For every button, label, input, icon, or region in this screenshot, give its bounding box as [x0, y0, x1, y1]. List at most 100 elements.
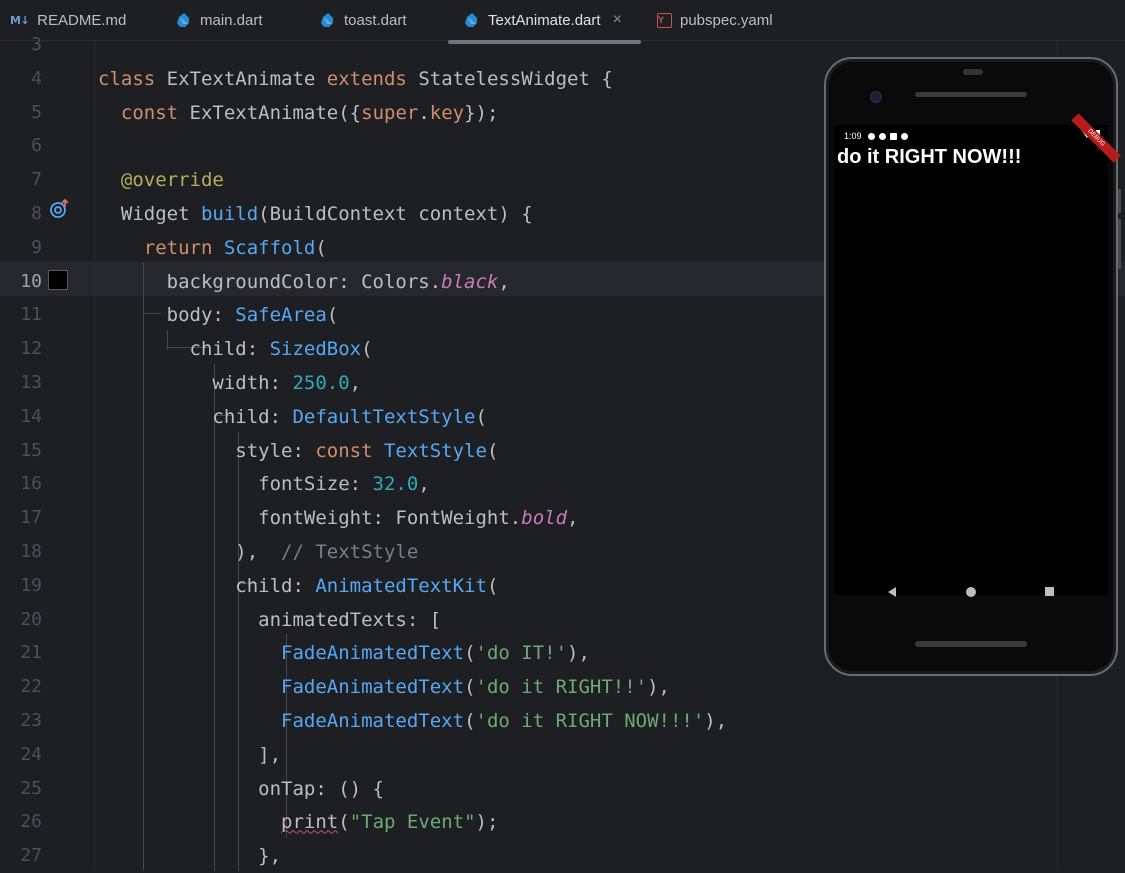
- line-number: 7: [31, 169, 42, 191]
- code-line[interactable]: 26 print("Tap Event");: [0, 805, 1125, 839]
- line-number: 8: [31, 203, 42, 224]
- code-token: });: [464, 101, 499, 124]
- code-token: },: [98, 845, 282, 868]
- volume-button[interactable]: [1118, 219, 1121, 269]
- code-text: child: SizedBox(: [98, 332, 373, 366]
- code-token: const: [120, 101, 190, 124]
- code-token: width:: [98, 372, 293, 394]
- code-token: backgroundColor: Colors.: [98, 270, 442, 293]
- code-token: extends: [326, 67, 419, 90]
- code-text: Widget build(BuildContext context) {: [98, 197, 533, 231]
- code-token: (: [475, 405, 487, 428]
- code-token: (: [464, 710, 476, 732]
- code-line[interactable]: 25 onTap: () {: [0, 772, 1125, 806]
- line-number: 10: [20, 270, 42, 292]
- code-token: 'do it RIGHT!!': [475, 676, 648, 699]
- line-number: 15: [20, 439, 42, 461]
- line-number: 22: [20, 676, 42, 698]
- code-text: child: DefaultTextStyle(: [98, 400, 487, 434]
- code-text: animatedTexts: [: [98, 603, 441, 637]
- power-button[interactable]: [1118, 189, 1121, 213]
- code-token: ,: [567, 507, 579, 530]
- line-number: 16: [20, 473, 42, 495]
- line-number: 27: [20, 845, 42, 867]
- line-number: 11: [20, 304, 42, 326]
- code-token: (: [315, 236, 327, 259]
- phone-sensor: [963, 69, 983, 75]
- code-text: backgroundColor: Colors.black,: [98, 265, 510, 299]
- code-token: DefaultTextStyle: [292, 405, 476, 428]
- markdown-icon: M↓: [10, 13, 30, 27]
- code-token: child:: [98, 574, 316, 597]
- code-text: fontSize: 32.0,: [98, 467, 430, 501]
- yaml-icon: Y: [657, 12, 672, 28]
- tab-label: README.md: [37, 11, 127, 29]
- phone-earpiece: [915, 92, 1027, 97]
- line-number: 17: [20, 507, 42, 529]
- dart-icon: [464, 12, 480, 28]
- close-icon[interactable]: ×: [613, 11, 622, 29]
- line-number: 23: [20, 710, 42, 731]
- code-text: FadeAnimatedText('do it RIGHT!!'),: [98, 670, 670, 704]
- code-token: FadeAnimatedText: [281, 710, 465, 732]
- code-token: onTap: () {: [98, 777, 384, 800]
- code-token: (: [486, 574, 499, 597]
- code-token: print: [281, 811, 339, 834]
- code-text: ],: [98, 738, 281, 772]
- line-number: 5: [31, 101, 42, 123]
- code-token: style:: [98, 439, 316, 462]
- code-token: bold: [521, 507, 568, 530]
- nav-back-icon[interactable]: [888, 587, 896, 597]
- code-token: 250.0: [292, 372, 350, 394]
- nav-recents-icon[interactable]: [1045, 587, 1054, 596]
- data-saver-icon: [900, 132, 908, 140]
- code-token: );: [475, 811, 499, 834]
- code-token: 32.0: [372, 473, 419, 496]
- code-line[interactable]: 27 },: [0, 839, 1125, 873]
- code-token: fontSize:: [98, 473, 373, 496]
- dart-icon: [320, 12, 336, 28]
- android-nav-bar: [826, 579, 1116, 609]
- code-token: @override: [120, 169, 224, 192]
- line-number: 4: [31, 67, 42, 89]
- code-token: black: [441, 270, 499, 293]
- nav-home-icon[interactable]: [966, 587, 976, 597]
- phone-screen[interactable]: 1:09 DEBUG do it RIGHT NOW!!!: [834, 113, 1121, 595]
- code-line[interactable]: 24 ],: [0, 738, 1125, 772]
- code-token: ),: [647, 676, 670, 699]
- code-token: ),: [98, 541, 282, 563]
- code-token: FadeAnimatedText: [281, 642, 465, 665]
- animated-text[interactable]: do it RIGHT NOW!!!: [837, 145, 1087, 170]
- code-token: return: [143, 236, 224, 259]
- code-token: const: [315, 439, 384, 462]
- code-token: (: [326, 304, 339, 327]
- tab-label: main.dart: [200, 11, 263, 29]
- code-token: build: [200, 203, 259, 225]
- code-token: fontWeight: FontWeight.: [98, 507, 522, 530]
- code-token: ,: [418, 473, 430, 496]
- line-number: 20: [20, 608, 42, 630]
- code-text: return Scaffold(: [98, 231, 327, 265]
- code-token: Scaffold: [223, 236, 316, 259]
- tab-label: TextAnimate.dart: [488, 11, 601, 29]
- line-number: 19: [20, 574, 42, 596]
- code-text: FadeAnimatedText('do it RIGHT NOW!!!'),: [98, 704, 727, 738]
- code-token: (: [486, 439, 499, 462]
- code-text: @override: [98, 163, 224, 197]
- code-token: Widget: [98, 203, 201, 225]
- code-line[interactable]: 23 FadeAnimatedText('do it RIGHT NOW!!!'…: [0, 704, 1125, 738]
- code-text: print("Tap Event");: [98, 805, 498, 839]
- code-text: width: 250.0,: [98, 366, 361, 400]
- code-token: child:: [98, 338, 270, 361]
- code-token: ExTextAnimate({: [189, 101, 362, 124]
- code-text: child: AnimatedTextKit(: [98, 569, 498, 603]
- front-camera-icon: [870, 91, 882, 103]
- status-bar: 1:09: [844, 129, 908, 143]
- code-token: FadeAnimatedText: [281, 676, 465, 699]
